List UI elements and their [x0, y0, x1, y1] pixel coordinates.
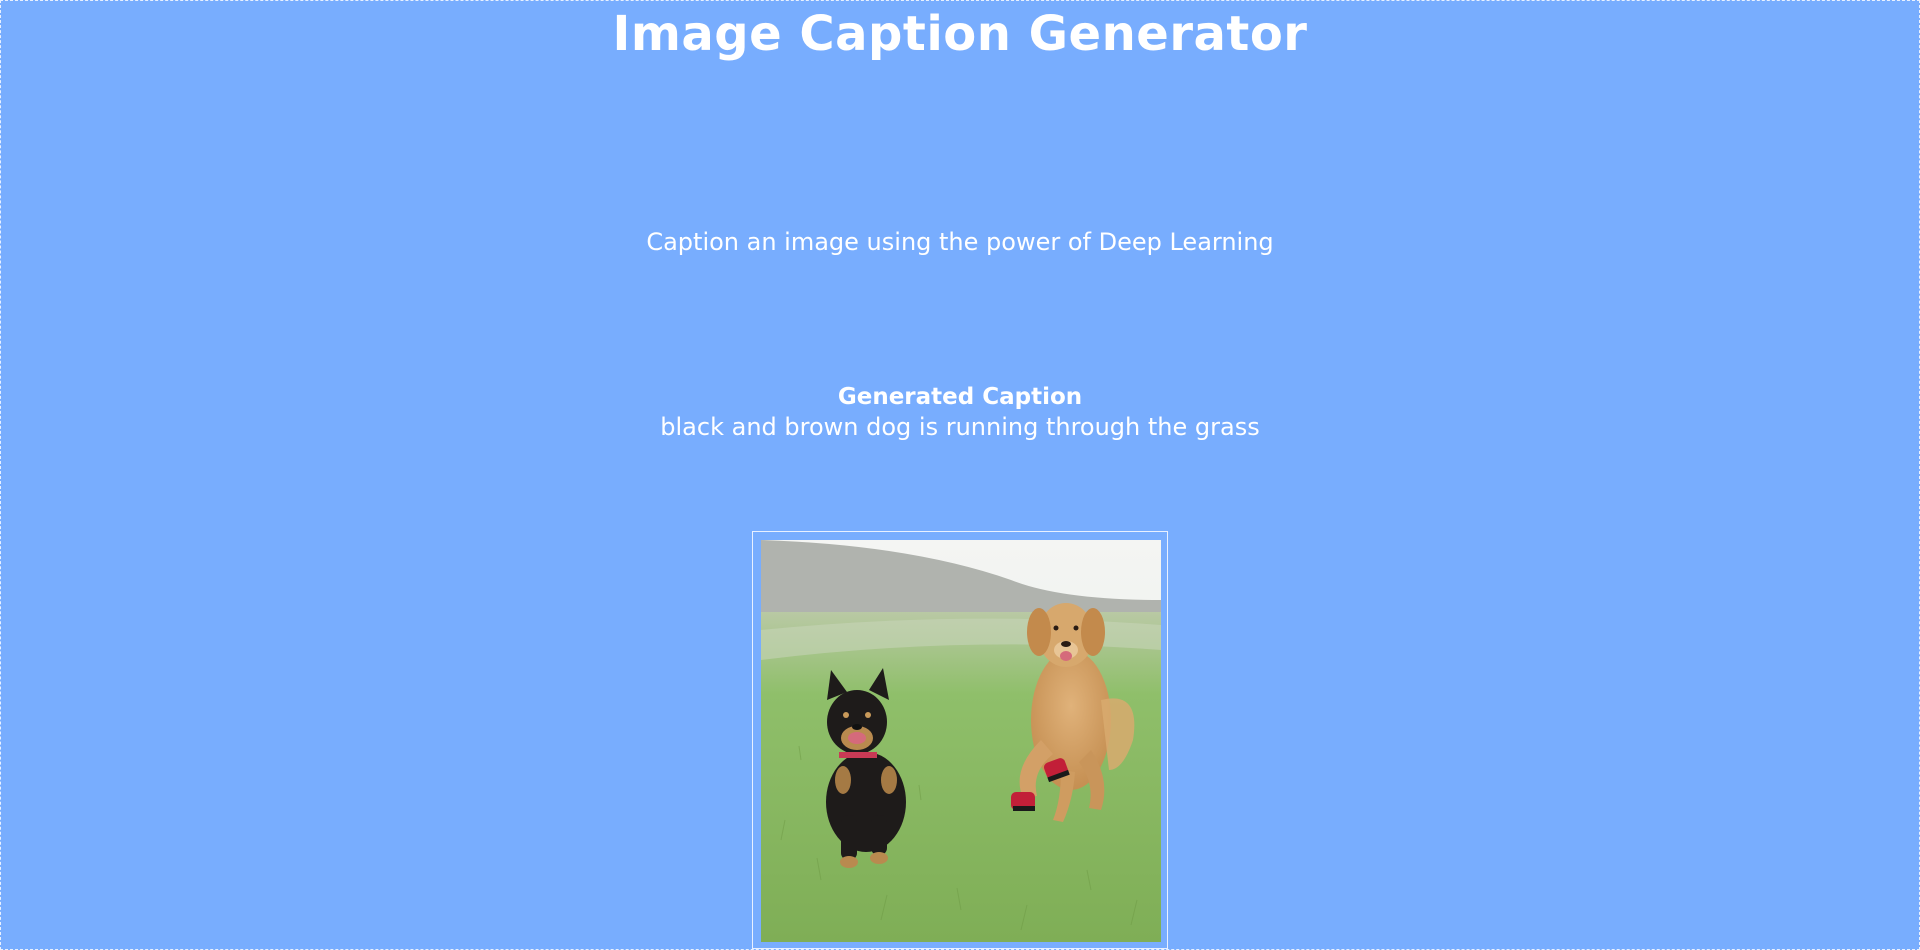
generated-caption: black and brown dog is running through t…: [660, 413, 1260, 441]
uploaded-image-frame: [752, 531, 1168, 949]
uploaded-image: [761, 540, 1161, 942]
page-subtitle: Caption an image using the power of Deep…: [646, 228, 1274, 256]
dogs-running-photo: [761, 540, 1161, 942]
page-title: Image Caption Generator: [612, 6, 1308, 62]
page-container: Image Caption Generator Caption an image…: [0, 0, 1920, 950]
caption-heading: Generated Caption: [837, 384, 1083, 410]
